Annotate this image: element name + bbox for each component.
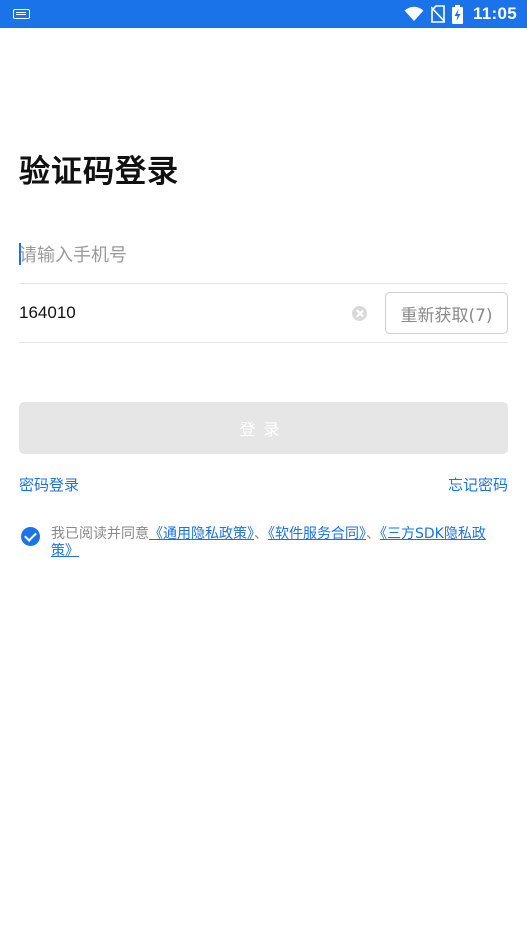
keyboard-icon [13, 9, 30, 19]
agreement-text: 我已阅读并同意《通用隐私政策》、《软件服务合同》、《三方SDK隐私政策》 [51, 526, 491, 560]
resend-code-button[interactable]: 重新获取(7) [385, 292, 508, 334]
no-sim-icon [430, 5, 445, 23]
phone-input[interactable] [19, 236, 508, 274]
password-login-link[interactable]: 密码登录 [19, 474, 79, 495]
login-button[interactable]: 登录 [19, 402, 508, 454]
text-cursor [19, 243, 21, 265]
page-title: 验证码登录 [19, 154, 179, 190]
battery-charging-icon [451, 4, 463, 24]
verification-code-input[interactable] [19, 296, 339, 330]
status-icons: 11:05 [404, 4, 517, 24]
wifi-icon [404, 6, 424, 21]
clear-icon[interactable] [352, 306, 367, 321]
agreement-separator: 、 [366, 526, 380, 542]
status-bar: 11:05 [0, 0, 527, 28]
software-service-contract-link[interactable]: 《软件服务合同》 [268, 526, 366, 542]
status-time: 11:05 [472, 4, 517, 23]
agreement-prefix: 我已阅读并同意 [51, 526, 149, 542]
phone-field-row [19, 226, 508, 284]
forgot-password-link[interactable]: 忘记密码 [448, 474, 508, 495]
agreement-separator: 、 [254, 526, 268, 542]
agreement-checkbox[interactable] [21, 527, 40, 546]
general-privacy-policy-link[interactable]: 《通用隐私政策》 [149, 526, 254, 542]
code-field-row: 重新获取(7) [19, 284, 508, 343]
